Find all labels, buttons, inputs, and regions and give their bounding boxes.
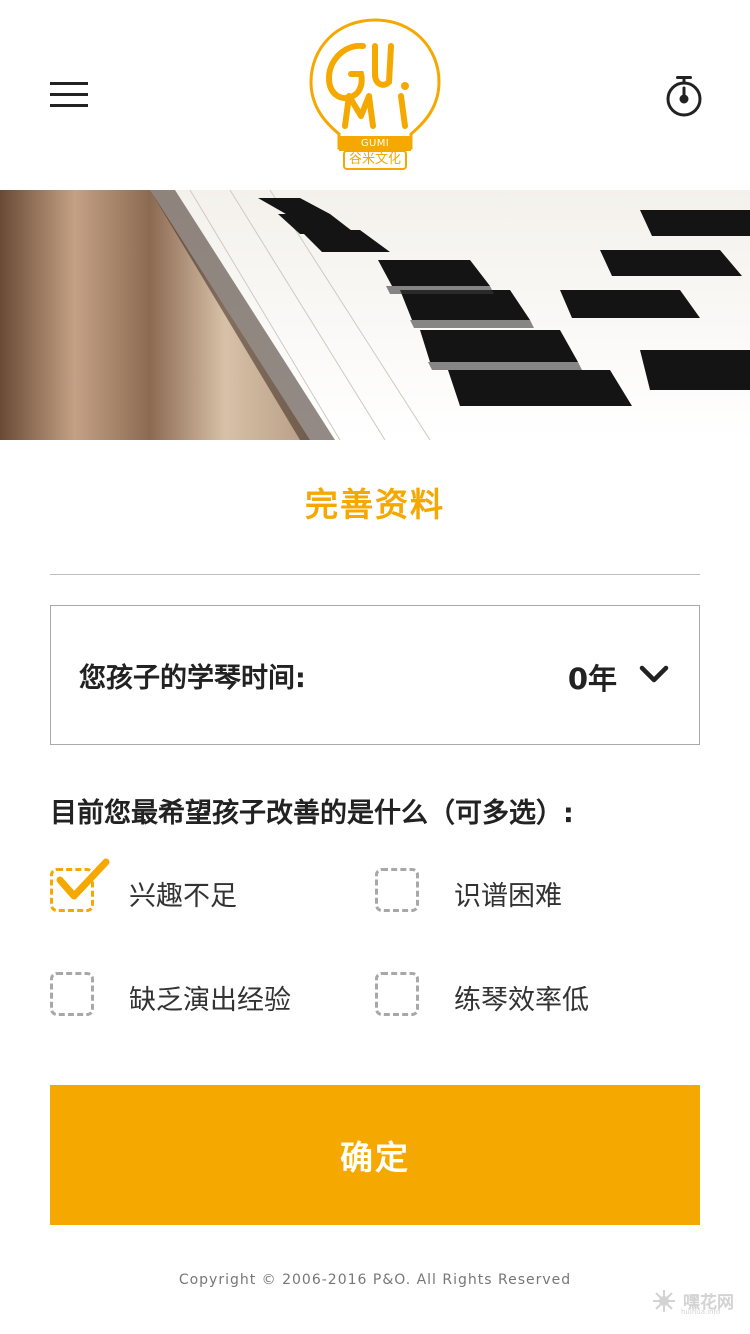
page-title: 完善资料 — [305, 485, 445, 524]
improvement-question: 目前您最希望孩子改善的是什么（可多选）: — [50, 798, 574, 829]
logo-chinese-text: 谷米文化 — [348, 152, 401, 167]
option-efficiency-checkbox[interactable]: 练琴效率低 — [375, 966, 675, 1022]
checkbox-unchecked[interactable] — [375, 868, 419, 912]
divider — [50, 574, 700, 575]
copyright-text: Copyright © 2006-2016 P&O. All Rights Re… — [178, 1272, 572, 1288]
option-interest-checkbox[interactable]: 兴趣不足 — [50, 858, 350, 918]
learning-duration-label: 您孩子的学琴时间: — [79, 663, 306, 694]
checkmark-icon — [56, 858, 110, 900]
option-label: 练琴效率低 — [454, 985, 589, 1016]
watermark-subtext: huihua.info — [681, 1308, 721, 1316]
option-label: 兴趣不足 — [129, 881, 237, 912]
piano-banner-image — [0, 190, 750, 440]
hamburger-menu-icon[interactable] — [50, 82, 88, 110]
chevron-down-icon — [639, 665, 669, 683]
option-label: 识谱困难 — [454, 881, 562, 912]
option-label: 缺乏演出经验 — [129, 985, 291, 1016]
learning-duration-value: 0年 — [567, 662, 617, 696]
option-performance-checkbox[interactable]: 缺乏演出经验 — [50, 966, 350, 1022]
header: GUMI CULTURE 谷米文化 — [0, 0, 750, 190]
stopwatch-icon[interactable] — [663, 74, 705, 118]
option-sightreading-checkbox[interactable]: 识谱困难 — [375, 862, 675, 918]
learning-duration-select[interactable]: 您孩子的学琴时间: 0年 — [50, 605, 700, 745]
confirm-button[interactable]: 确定 — [50, 1085, 700, 1225]
logo-english-text: GUMI CULTURE — [351, 138, 399, 163]
checkbox-unchecked[interactable] — [375, 972, 419, 1016]
checkbox-unchecked[interactable] — [50, 972, 94, 1016]
